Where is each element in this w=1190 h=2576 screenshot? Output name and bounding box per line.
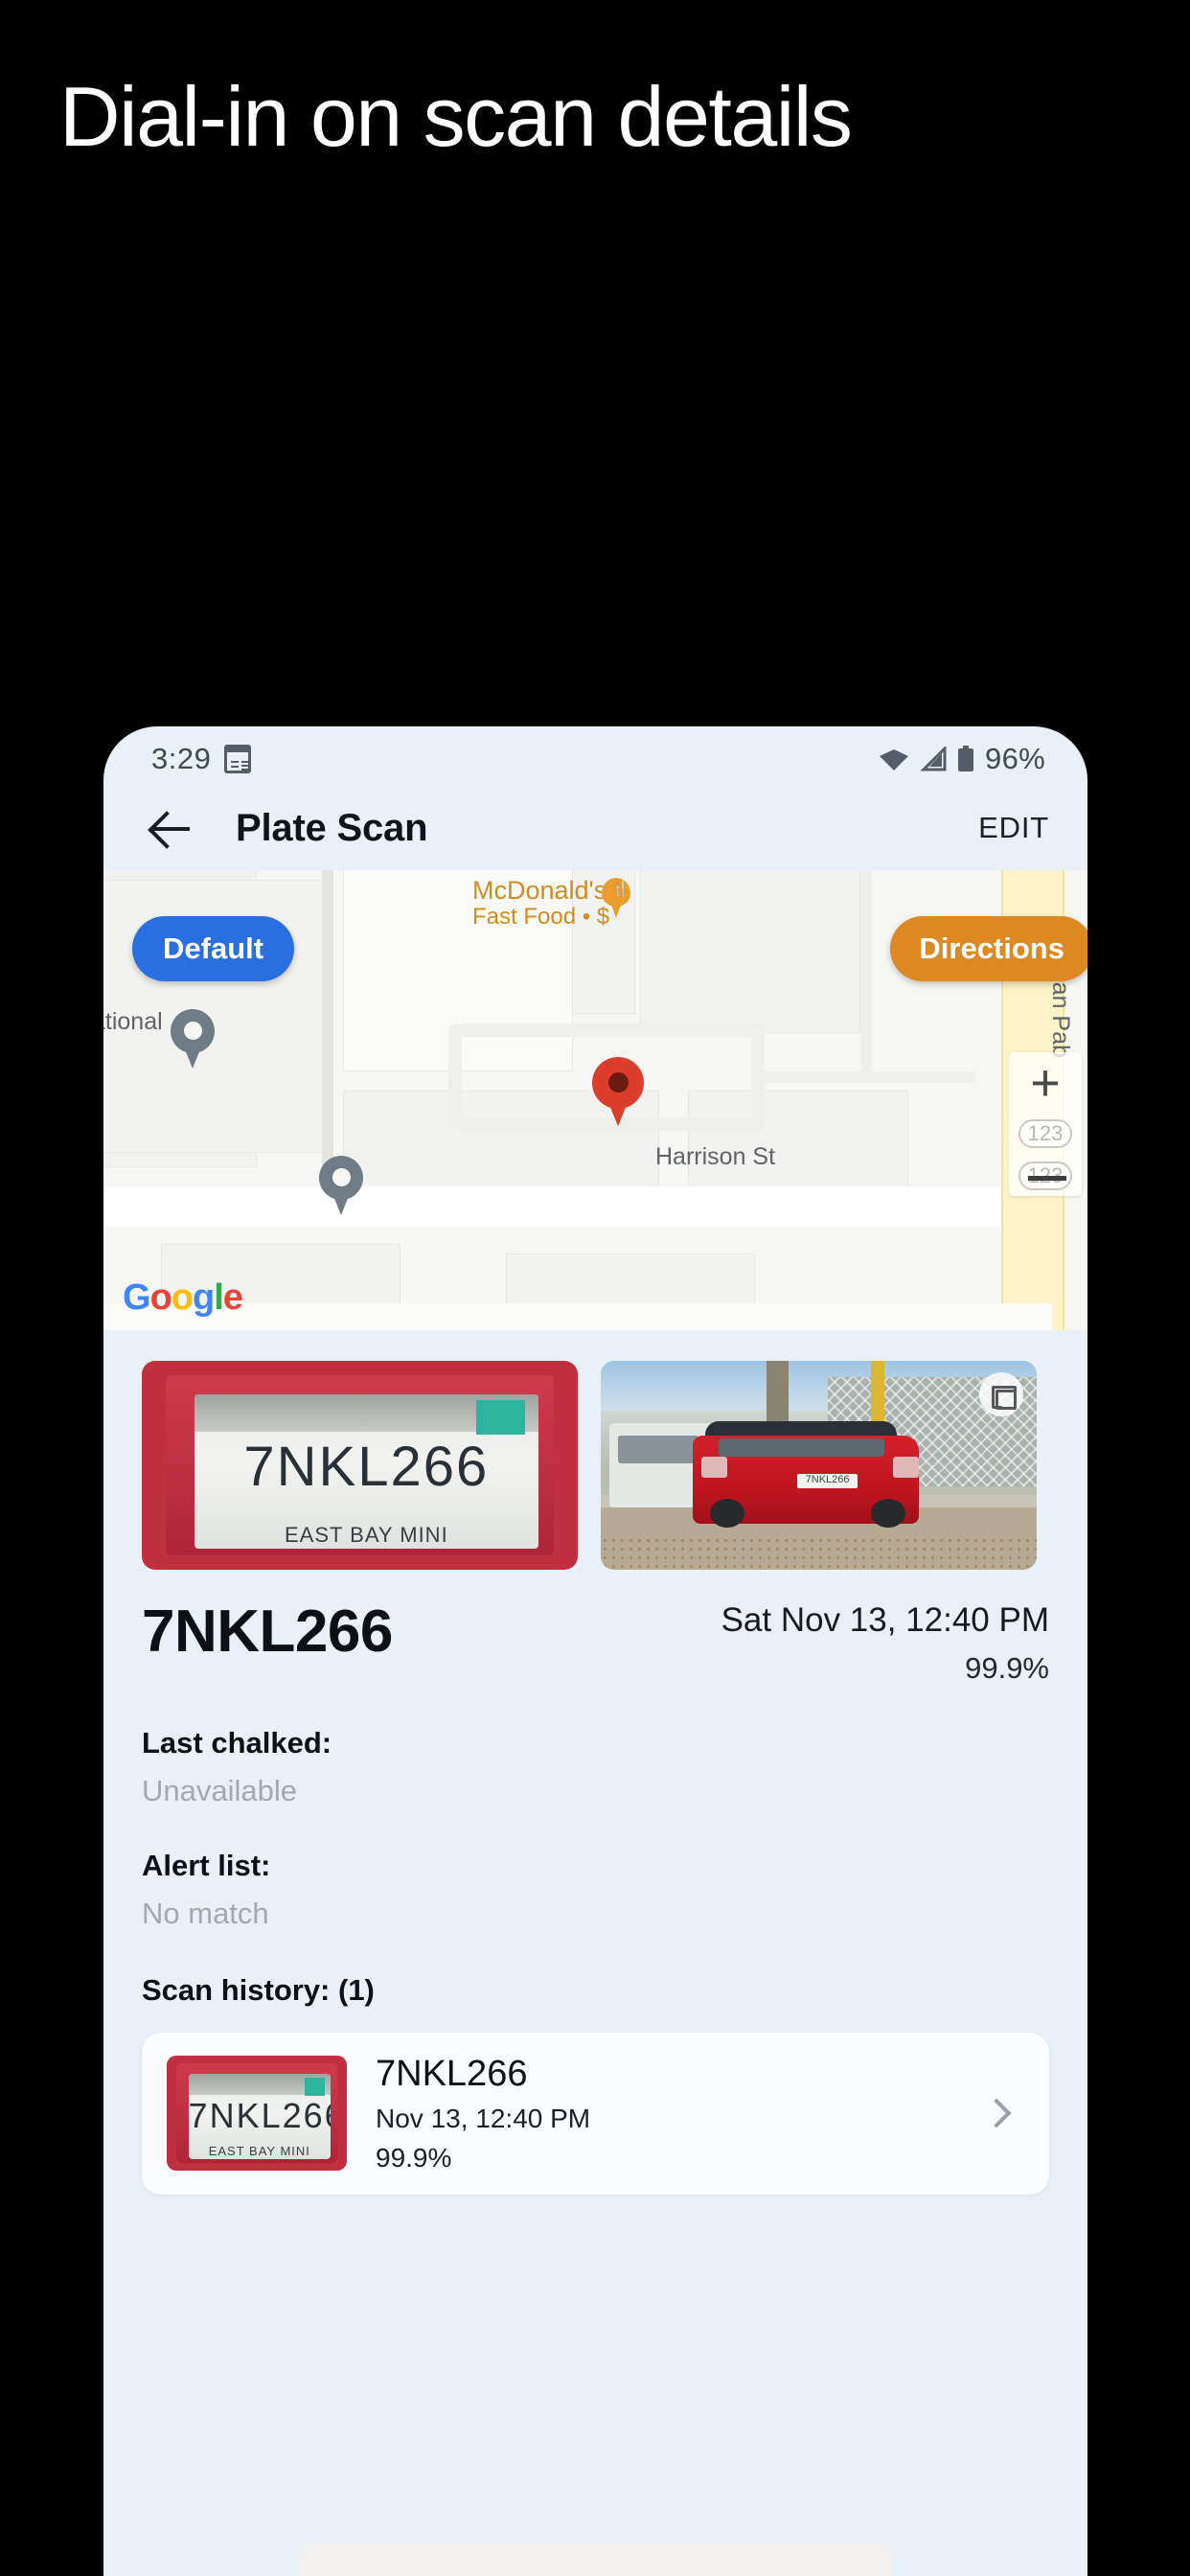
battery-icon — [958, 746, 974, 771]
battery-level: 96% — [985, 742, 1045, 775]
map-pin-poi-bottom[interactable] — [319, 1156, 363, 1200]
history-thumb-dealer-text: EAST BAY MINI — [208, 2144, 310, 2159]
scan-meta: Sat Nov 13, 12:40 PM 99.9% — [721, 1601, 1049, 1686]
place-label-partial: ational — [103, 1008, 163, 1035]
map-directions-button[interactable]: Directions — [890, 916, 1087, 981]
scan-history-item[interactable]: 7NKL266 EAST BAY MINI 7NKL266 Nov 13, 12… — [142, 2032, 1049, 2195]
status-bar: 3:29 96% — [103, 726, 1087, 786]
scan-timestamp: Sat Nov 13, 12:40 PM — [721, 1601, 1049, 1639]
license-plate-crop[interactable]: 7NKL266 EAST BAY MINI — [142, 1361, 578, 1570]
page-title: Plate Scan — [236, 806, 428, 849]
scan-history-title: Scan history: (1) — [142, 1972, 375, 2007]
status-time: 3:29 — [151, 742, 212, 775]
scan-confidence: 99.9% — [965, 1650, 1049, 1685]
history-plate: 7NKL266 — [376, 2053, 528, 2094]
zoom-out-icon[interactable]: 123 — [1018, 1162, 1072, 1190]
zoom-in-icon[interactable]: + — [1030, 1057, 1061, 1109]
app-bar: Plate Scan EDIT — [103, 786, 1087, 870]
route-shield-123: 123 — [1018, 1119, 1072, 1148]
field-alert-list: Alert list: No match — [142, 1849, 1049, 1931]
poi-subtitle: Fast Food • $ — [472, 904, 610, 931]
field-label: Last chalked: — [142, 1725, 332, 1760]
status-bar-right: 96% — [879, 742, 1045, 776]
edit-button[interactable]: EDIT — [978, 811, 1049, 845]
chevron-right-icon[interactable] — [981, 2098, 1012, 2128]
scan-summary-row: 7NKL266 Sat Nov 13, 12:40 PM 99.9% — [142, 1598, 1049, 1686]
map-poi-mcdonalds: McDonald's Fast Food • $ — [472, 876, 609, 931]
street-label-harrison: Harrison St — [655, 1143, 776, 1170]
history-confidence: 99.9% — [376, 2142, 452, 2173]
field-label: Alert list: — [142, 1848, 271, 1882]
map-pin-poi-left[interactable] — [171, 1009, 215, 1053]
field-last-chalked: Last chalked: Unavailable — [142, 1726, 1049, 1808]
detail-content: 7NKL266 EAST BAY MINI 7NKL266 7NKL266 Sa… — [103, 1330, 1087, 2195]
vehicle-photo[interactable]: 7NKL266 — [601, 1361, 1037, 1570]
marketing-headline: Dial-in on scan details — [59, 69, 853, 164]
map-view[interactable]: McDonald's Fast Food • $ 🍴 San Pab Harri… — [103, 870, 1087, 1330]
expand-crop-icon[interactable] — [979, 1372, 1023, 1416]
poi-name: McDonald's — [472, 876, 607, 905]
screenshot-root: Dial-in on scan details 3:29 96% Plate S… — [0, 0, 1190, 2576]
wifi-icon — [880, 749, 909, 770]
google-attribution: Google — [123, 1277, 243, 1318]
plate-crop-dealer-text: EAST BAY MINI — [284, 1522, 448, 1547]
signal-icon — [920, 747, 947, 771]
plate-crop-text: 7NKL266 — [243, 1435, 490, 1498]
back-arrow-icon[interactable] — [149, 806, 194, 850]
scan-plate-number: 7NKL266 — [142, 1598, 393, 1665]
thumbnail-row: 7NKL266 EAST BAY MINI 7NKL266 — [142, 1361, 1049, 1570]
history-info: 7NKL266 Nov 13, 12:40 PM 99.9% — [376, 2054, 590, 2174]
calendar-icon — [224, 745, 252, 773]
map-pin-current-location[interactable] — [592, 1057, 644, 1109]
history-thumb-plate-text: 7NKL266 — [188, 2096, 332, 2136]
history-timestamp: Nov 13, 12:40 PM — [376, 2103, 591, 2133]
bottom-nav-hint — [298, 2543, 893, 2576]
status-bar-left: 3:29 — [151, 742, 252, 776]
phone-mockup: 3:29 96% Plate Scan EDIT McDonald's Fast… — [103, 726, 1087, 2576]
map-default-button[interactable]: Default — [132, 916, 295, 981]
field-value: Unavailable — [142, 1773, 297, 1807]
map-zoom-controls[interactable]: + 123 123 — [1009, 1052, 1082, 1196]
restaurant-pin-icon: 🍴 — [602, 878, 630, 920]
field-value: No match — [142, 1896, 269, 1930]
history-thumbnail: 7NKL266 EAST BAY MINI — [167, 2056, 347, 2171]
